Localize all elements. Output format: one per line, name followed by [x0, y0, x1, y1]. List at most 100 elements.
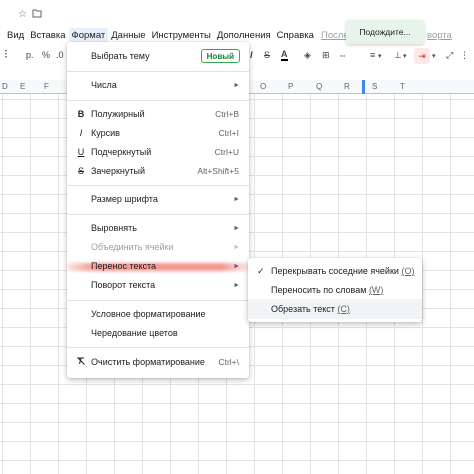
horizontal-align-icon[interactable]: ≡: [370, 50, 375, 60]
menu-tools[interactable]: Инструменты: [149, 28, 214, 43]
chevron-down-icon[interactable]: ▾: [403, 52, 407, 60]
submenu-item-overflow[interactable]: ✓ Перекрывать соседние ячейки (O): [248, 261, 422, 281]
menu-format[interactable]: Формат: [68, 27, 109, 43]
submenu-item-label: Обрезать текст (C): [271, 304, 350, 314]
strikethrough-icon: S: [77, 166, 84, 176]
menu-item-label: Выровнять: [91, 223, 137, 233]
italic-icon: I: [79, 128, 83, 138]
chevron-right-icon: ►: [233, 243, 240, 251]
submenu-item-clip[interactable]: Обрезать текст (C): [248, 299, 422, 319]
menu-item-alternating[interactable]: Чередование цветов: [67, 324, 249, 342]
borders-icon[interactable]: ⊞: [322, 50, 330, 61]
submenu-item-label: Перекрывать соседние ячейки (O): [271, 266, 415, 276]
chevron-right-icon: ►: [233, 281, 240, 289]
chevron-right-icon: ►: [233, 224, 240, 232]
last-edit-link-tail[interactable]: ворта: [424, 28, 455, 43]
menu-help[interactable]: Справка: [274, 28, 317, 43]
menu-item-underline[interactable]: U Подчеркнутый Ctrl+U: [67, 143, 249, 161]
strikethrough-icon[interactable]: S: [264, 50, 270, 60]
format-menu: Выбрать тему Новый Числа ► B Полужирный …: [67, 42, 249, 378]
menu-insert[interactable]: Вставка: [27, 28, 68, 43]
check-icon: ✓: [257, 265, 265, 276]
percent-format-button[interactable]: %: [42, 50, 50, 60]
text-color-icon[interactable]: A: [281, 50, 288, 61]
column-header[interactable]: R: [344, 82, 350, 91]
menu-addons[interactable]: Дополнения: [214, 28, 274, 43]
menu-item-label: Очистить форматирование: [91, 357, 205, 367]
submenu-item-label: Переносить по словам (W): [271, 285, 384, 295]
menu-divider: [67, 300, 249, 301]
menu-item-label: Подчеркнутый: [91, 147, 152, 157]
chevron-down-icon[interactable]: ▾: [432, 52, 436, 60]
waiting-toast: Подождите...: [346, 20, 424, 44]
menu-item-italic[interactable]: I Курсив Ctrl+I: [67, 124, 249, 142]
submenu-item-wrap[interactable]: Переносить по словам (W): [248, 280, 422, 300]
italic-icon[interactable]: I: [250, 50, 253, 60]
menu-item-label: Размер шрифта: [91, 194, 158, 204]
merge-cells-icon[interactable]: ⇔: [338, 50, 347, 60]
menu-divider: [67, 214, 249, 215]
more-icon[interactable]: ⋮: [460, 50, 469, 61]
chevron-down-icon[interactable]: ▾: [378, 52, 382, 60]
shortcut-text: Alt+Shift+5: [197, 166, 239, 176]
menu-item-label: Курсив: [91, 128, 120, 138]
menu-item-label: Полужирный: [91, 109, 145, 119]
chevron-right-icon: ►: [233, 262, 240, 270]
selected-column-marker: [362, 80, 365, 94]
menu-divider: [67, 71, 249, 72]
column-header[interactable]: P: [288, 82, 293, 91]
wrap-submenu: ✓ Перекрывать соседние ячейки (O) Перено…: [248, 258, 422, 322]
column-header[interactable]: S: [372, 82, 377, 91]
menu-item-label: Объединить ячейки: [91, 242, 174, 252]
fill-color-icon[interactable]: ◈: [304, 50, 311, 61]
menu-item-bold[interactable]: B Полужирный Ctrl+B: [67, 105, 249, 123]
menu-item-numbers[interactable]: Числа ►: [67, 76, 249, 94]
column-header[interactable]: D: [2, 82, 8, 91]
shortcut-text: Ctrl+B: [215, 109, 239, 119]
shortcut-text: Ctrl+\: [218, 357, 239, 367]
menu-data[interactable]: Данные: [108, 28, 148, 43]
menu-item-label: Чередование цветов: [91, 328, 178, 338]
menu-item-label: Числа: [91, 80, 117, 90]
print-icon[interactable]: ⁝: [4, 47, 8, 61]
shortcut-text: Ctrl+I: [218, 128, 239, 138]
underline-icon: U: [77, 147, 85, 157]
column-header[interactable]: F: [44, 82, 49, 91]
menu-item-font-size[interactable]: Размер шрифта ►: [67, 190, 249, 208]
bold-icon: B: [77, 109, 85, 119]
menu-item-label: Условное форматирование: [91, 309, 206, 319]
folder-move-icon[interactable]: [32, 9, 42, 21]
new-badge: Новый: [200, 49, 240, 63]
menu-item-align[interactable]: Выровнять ►: [67, 219, 249, 237]
decimal-decrease-button[interactable]: .0: [56, 50, 64, 60]
menu-divider: [67, 347, 249, 348]
menu-view[interactable]: Вид: [4, 28, 27, 43]
column-header[interactable]: T: [400, 82, 405, 91]
shortcut-text: Ctrl+U: [214, 147, 239, 157]
menu-item-label: Выбрать тему: [91, 51, 150, 61]
chevron-right-icon: ►: [233, 195, 240, 203]
text-wrap-icon[interactable]: ⇥: [414, 48, 430, 64]
menu-divider: [67, 100, 249, 101]
text-rotate-icon[interactable]: ⤢: [446, 50, 453, 61]
menu-item-wrap[interactable]: Перенос текста ►: [67, 257, 249, 275]
menu-divider: [67, 185, 249, 186]
menu-item-label: Перенос текста: [91, 261, 157, 271]
clear-format-icon: [75, 356, 87, 368]
column-header[interactable]: E: [20, 82, 25, 91]
menu-item-label: Зачеркнутый: [91, 166, 145, 176]
column-header[interactable]: O: [260, 82, 266, 91]
currency-format-button[interactable]: р.: [26, 50, 34, 60]
menu-item-label: Поворот текста: [91, 280, 156, 290]
star-icon[interactable]: ☆: [18, 9, 27, 20]
menu-item-rotate[interactable]: Поворот текста ►: [67, 276, 249, 294]
chevron-right-icon: ►: [233, 81, 240, 89]
menu-item-clear-format[interactable]: Очистить форматирование Ctrl+\: [67, 353, 249, 371]
menu-item-strikethrough[interactable]: S Зачеркнутый Alt+Shift+5: [67, 162, 249, 180]
waiting-toast-text: Подождите...: [359, 27, 411, 37]
column-header[interactable]: Q: [316, 82, 322, 91]
menu-item-theme[interactable]: Выбрать тему Новый: [67, 47, 249, 65]
menu-item-merge: Объединить ячейки ►: [67, 238, 249, 256]
vertical-align-icon[interactable]: ⊥: [394, 50, 402, 61]
menu-item-conditional[interactable]: Условное форматирование: [67, 305, 249, 323]
